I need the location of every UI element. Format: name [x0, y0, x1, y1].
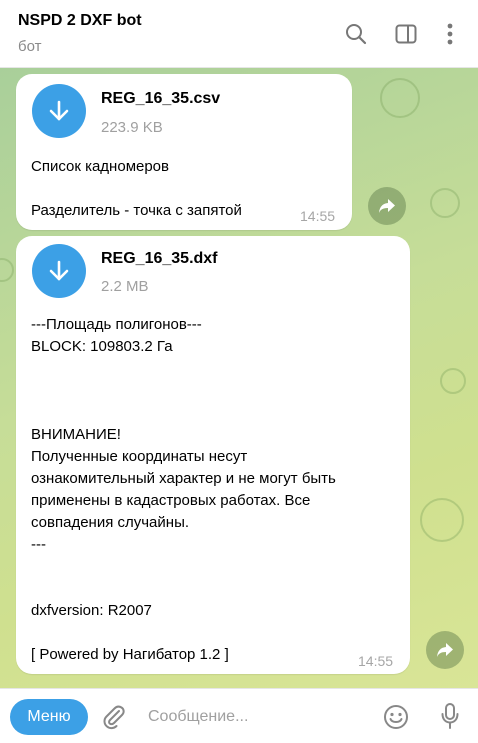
- message-bubble[interactable]: REG_16_35.dxf 2.2 MB ---Площадь полигоно…: [16, 236, 410, 674]
- background-doodle: [440, 368, 466, 394]
- file-size: 2.2 MB: [101, 278, 149, 295]
- sidebar-icon[interactable]: [392, 20, 420, 48]
- message-text: Список кадномеров Разделитель - точка с …: [31, 158, 242, 219]
- message-time: 14:55: [358, 653, 394, 669]
- chat-subtitle: бот: [18, 38, 42, 55]
- file-size: 223.9 KB: [101, 119, 163, 136]
- composer-bar: Меню: [0, 688, 478, 743]
- chat-title[interactable]: NSPD 2 DXF bot: [18, 12, 142, 30]
- message-text: ---Площадь полигонов--- BLOCK: 109803.2 …: [31, 316, 336, 663]
- background-doodle: [0, 258, 14, 282]
- message-bubble[interactable]: REG_16_35.csv 223.9 KB Список кадномеров…: [16, 74, 352, 230]
- file-name[interactable]: REG_16_35.dxf: [101, 250, 218, 268]
- emoji-icon[interactable]: [382, 703, 410, 731]
- chat-background[interactable]: REG_16_35.csv 223.9 KB Список кадномеров…: [0, 68, 478, 688]
- download-icon[interactable]: [32, 244, 86, 298]
- forward-icon[interactable]: [368, 187, 406, 225]
- menu-button[interactable]: Меню: [10, 699, 88, 735]
- chat-header: NSPD 2 DXF bot бот: [0, 0, 478, 68]
- forward-icon[interactable]: [426, 631, 464, 669]
- message-time: 14:55: [300, 208, 336, 224]
- mic-icon[interactable]: [436, 701, 464, 731]
- attach-icon[interactable]: [100, 703, 128, 731]
- file-name[interactable]: REG_16_35.csv: [101, 90, 220, 108]
- background-doodle: [420, 498, 464, 542]
- message-input[interactable]: [148, 703, 368, 731]
- more-icon[interactable]: [436, 20, 464, 48]
- background-doodle: [430, 188, 460, 218]
- search-icon[interactable]: [342, 20, 370, 48]
- download-icon[interactable]: [32, 84, 86, 138]
- background-doodle: [380, 78, 420, 118]
